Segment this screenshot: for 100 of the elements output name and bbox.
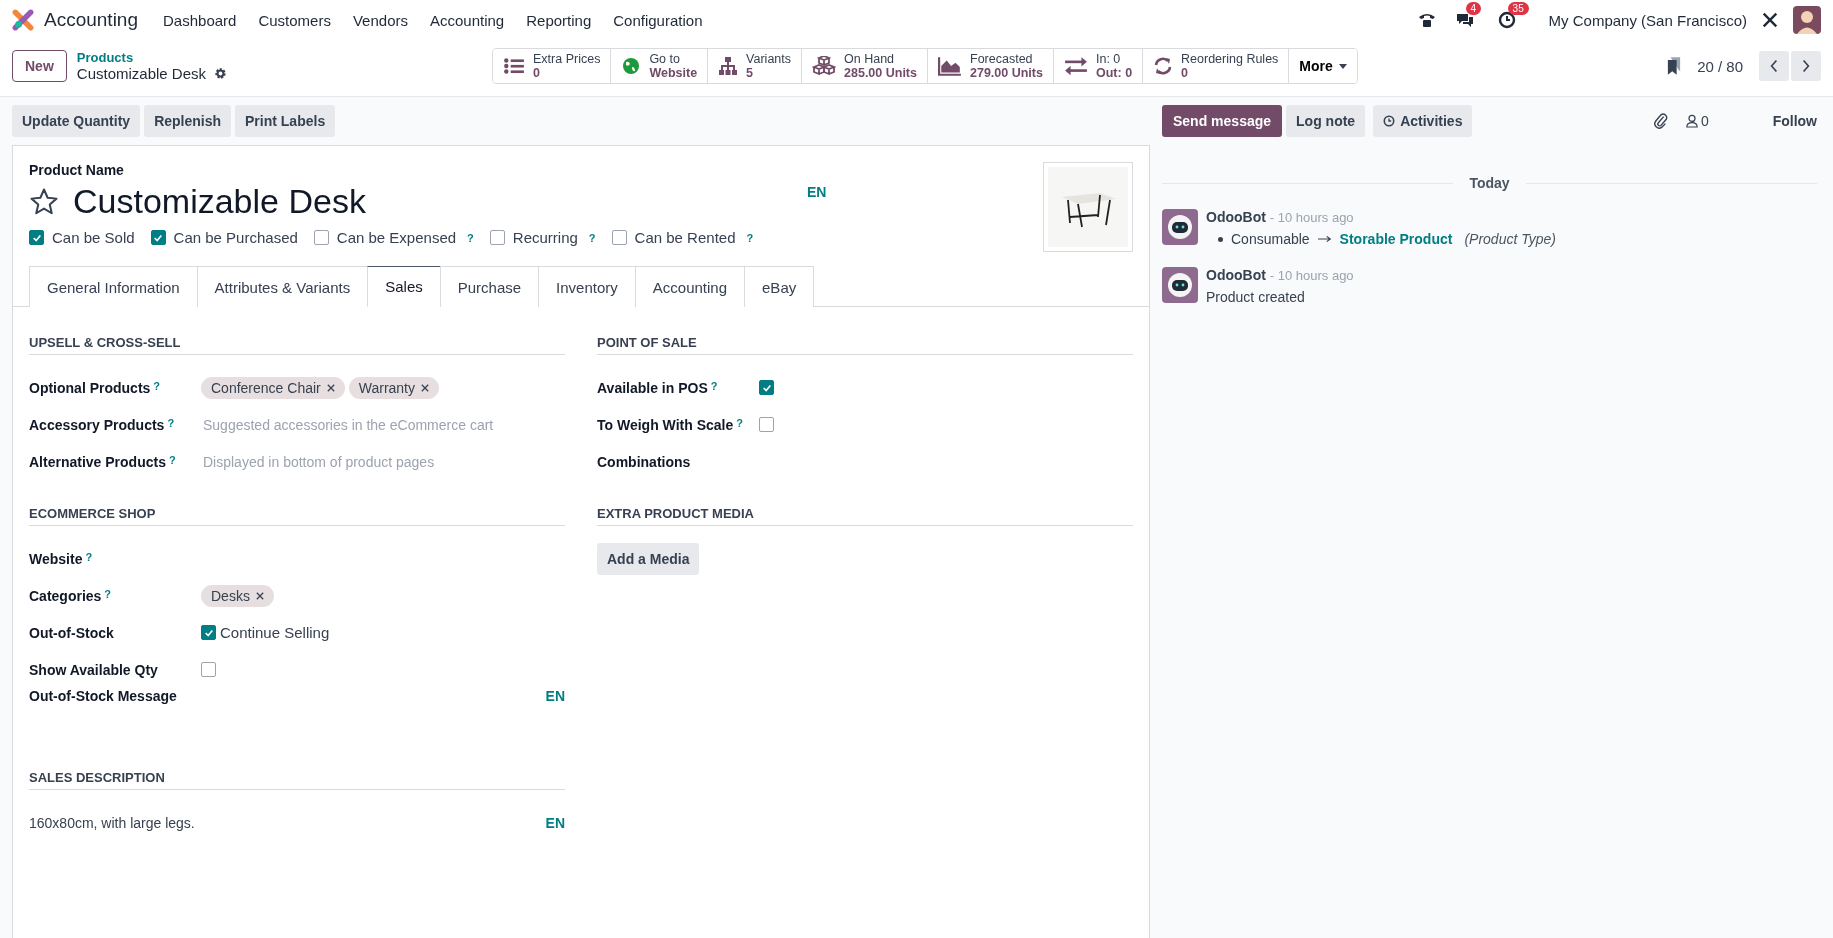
help-tooltip[interactable]: ?	[746, 231, 754, 244]
checkbox-label[interactable]: Can be Sold	[52, 229, 135, 246]
bookmark-icon[interactable]	[1667, 57, 1682, 75]
bot-avatar[interactable]	[1162, 267, 1198, 303]
checkbox-label[interactable]: Continue Selling	[220, 624, 330, 641]
app-name[interactable]: Accounting	[44, 9, 138, 31]
checkbox[interactable]	[759, 380, 774, 395]
action-button[interactable]: Print Labels	[235, 105, 336, 137]
notification-badge: 4	[1465, 2, 1482, 15]
message-author[interactable]: OdooBot	[1206, 209, 1266, 225]
action-button[interactable]: Replenish	[144, 105, 232, 137]
globe-icon	[621, 56, 642, 76]
checkbox[interactable]	[611, 230, 627, 245]
breadcrumb-link[interactable]: Products	[76, 50, 227, 65]
log-note-button[interactable]: Log note	[1286, 105, 1366, 137]
activities-button[interactable]: Activities	[1373, 105, 1473, 137]
remove-icon[interactable]	[421, 383, 429, 392]
follow-button[interactable]: Follow	[1772, 113, 1817, 129]
checkbox[interactable]	[201, 662, 216, 677]
notification-badge: 35	[1507, 2, 1529, 15]
message-time: - 10 hours ago	[1269, 210, 1354, 225]
menu-item[interactable]: Reporting	[515, 11, 603, 29]
user-avatar[interactable]	[1793, 6, 1821, 34]
message-time: - 10 hours ago	[1269, 268, 1354, 283]
checkbox[interactable]	[313, 230, 329, 245]
tag[interactable]: Desks	[201, 584, 274, 607]
help-tooltip[interactable]: ?	[167, 416, 175, 433]
new-button[interactable]: New	[12, 50, 67, 82]
chevron-right-icon	[1802, 59, 1810, 73]
app-logo-icon[interactable]	[12, 9, 34, 31]
tab[interactable]: Purchase	[439, 266, 539, 307]
send-message-button[interactable]: Send message	[1162, 105, 1283, 137]
add-media-button[interactable]: Add a Media	[597, 542, 700, 575]
tab[interactable]: eBay	[744, 266, 815, 307]
help-tooltip[interactable]: ?	[588, 231, 596, 244]
menu-item[interactable]: Dashboard	[152, 11, 248, 29]
input-field[interactable]: Displayed in bottom of product pages	[201, 452, 565, 471]
language-button[interactable]: EN	[545, 814, 565, 831]
field-label: To Weigh With Scale	[597, 416, 734, 433]
arrow-icon	[1317, 235, 1332, 243]
remove-icon[interactable]	[326, 383, 335, 392]
language-button[interactable]: EN	[545, 688, 565, 704]
tab[interactable]: Attributes & Variants	[196, 266, 368, 307]
menu-item[interactable]: Configuration	[602, 11, 714, 29]
pager-value[interactable]: 20 / 80	[1697, 57, 1743, 75]
previous-button[interactable]	[1759, 51, 1789, 81]
breadcrumb-current: Customizable Desk	[76, 65, 206, 82]
next-button[interactable]	[1791, 51, 1821, 81]
message-author[interactable]: OdooBot	[1206, 267, 1266, 283]
help-tooltip[interactable]: ?	[467, 231, 474, 244]
product-name[interactable]: Customizable Desk	[73, 182, 793, 221]
field-label: Out-of-Stock Message	[29, 688, 177, 704]
checkbox[interactable]	[759, 417, 774, 432]
checkbox[interactable]	[489, 230, 505, 245]
field-label: Website	[29, 550, 83, 567]
message-text: Product created	[1206, 289, 1306, 305]
tab[interactable]: Sales	[367, 266, 440, 307]
help-tooltip[interactable]: ?	[104, 587, 112, 604]
star-icon[interactable]	[29, 186, 59, 217]
section-title: POINT OF SALE	[597, 335, 1133, 355]
field-label: Categories	[29, 587, 102, 604]
checkbox[interactable]	[201, 625, 216, 640]
checkbox-label[interactable]: Can be Purchased	[173, 229, 298, 246]
followers-button[interactable]: 0	[1685, 113, 1709, 129]
section-title: SALES DESCRIPTION	[29, 770, 565, 790]
help-tooltip[interactable]: ?	[710, 379, 718, 396]
checkbox-label[interactable]: Can be Rented	[634, 229, 736, 246]
checkbox-label[interactable]: Can be Expensed	[336, 229, 457, 246]
help-tooltip[interactable]: ?	[168, 453, 176, 470]
input-field[interactable]: Suggested accessories in the eCommerce cart	[201, 415, 565, 434]
cubes-icon	[812, 56, 837, 76]
tab[interactable]: Inventory	[538, 266, 635, 307]
help-tooltip[interactable]: ?	[736, 416, 743, 433]
company-switcher[interactable]: My Company (San Francisco)	[1548, 11, 1747, 29]
action-button[interactable]: Update Quantity	[12, 105, 141, 137]
language-button[interactable]: EN	[807, 184, 827, 200]
tab[interactable]: Accounting	[634, 266, 745, 307]
field-name: (Product Type)	[1464, 231, 1556, 247]
tab[interactable]: General Information	[29, 266, 197, 307]
clock-icon[interactable]	[1496, 10, 1517, 30]
checkmark-icon	[153, 232, 164, 243]
paperclip-icon[interactable]	[1653, 112, 1668, 130]
checkmark-icon	[761, 382, 772, 393]
remove-icon[interactable]	[255, 591, 264, 600]
hierarchy-icon	[718, 56, 739, 76]
help-tooltip[interactable]: ?	[85, 550, 93, 567]
date-separator: Today	[1469, 175, 1510, 191]
checkbox[interactable]	[29, 230, 44, 245]
description-text[interactable]: 160x80cm, with large legs.	[29, 814, 546, 831]
smart-button[interactable]: Extra Prices 0	[493, 49, 612, 83]
help-tooltip[interactable]: ?	[153, 379, 161, 396]
bot-avatar[interactable]	[1162, 209, 1198, 245]
menu-item[interactable]: Customers	[247, 11, 342, 29]
checkbox[interactable]	[150, 230, 166, 245]
gear-icon[interactable]	[214, 67, 227, 80]
tag[interactable]: Warranty	[348, 376, 439, 399]
menu-item[interactable]: Accounting	[419, 11, 516, 29]
checkbox-label[interactable]: Recurring	[512, 229, 578, 246]
menu-item[interactable]: Vendors	[341, 11, 419, 29]
tag[interactable]: Conference Chair	[201, 376, 345, 399]
